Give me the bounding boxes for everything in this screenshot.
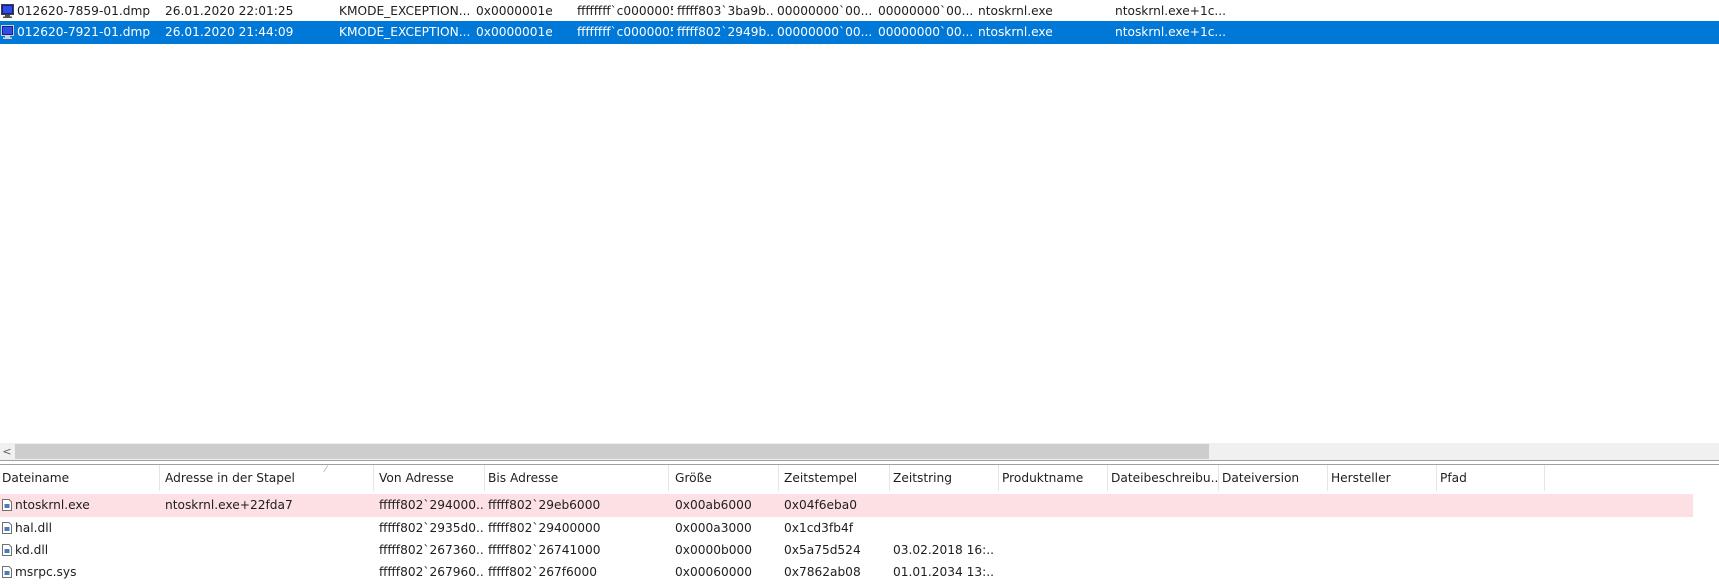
caused-by-driver: ntoskrnl.exe	[978, 25, 1053, 39]
caused-by-driver: ntoskrnl.exe	[978, 4, 1053, 18]
module-row[interactable]: kd.dll fffff802`267360... fffff802`26741…	[0, 539, 1693, 562]
file-icon	[2, 544, 12, 556]
column-header-product-name[interactable]: Produktname	[1000, 465, 1108, 491]
parameter-3: 00000000`00...	[777, 4, 873, 18]
bug-check-string: KMODE_EXCEPTION...	[339, 25, 469, 39]
parameter-4: 00000000`00...	[878, 4, 974, 18]
dump-filename: 012620-7921-01.dmp	[17, 25, 151, 39]
file-icon	[2, 522, 12, 534]
module-to-address: fffff802`26741000	[488, 543, 601, 557]
scrollbar-thumb[interactable]	[15, 444, 1209, 459]
parameter-1: ffffffff`c0000005	[577, 4, 673, 18]
parameter-1: ffffffff`c0000005	[577, 25, 673, 39]
crash-time: 26.01.2020 21:44:09	[165, 25, 294, 39]
module-size: 0x0000b000	[675, 543, 752, 557]
column-header-from-address[interactable]: Von Adresse	[377, 465, 485, 491]
module-timestring: 03.02.2018 16:...	[893, 543, 993, 557]
module-from-address: fffff802`267960...	[379, 565, 484, 579]
dump-row[interactable]: 012620-7859-01.dmp 26.01.2020 22:01:25 K…	[0, 0, 1719, 23]
module-timestamp: 0x1cd3fb4f	[784, 521, 853, 535]
column-header-timestamp[interactable]: Zeitstempel	[782, 465, 890, 491]
module-row-highlighted[interactable]: ntoskrnl.exe ntoskrnl.exe+22fda7 fffff80…	[0, 494, 1693, 517]
module-size: 0x00060000	[675, 565, 752, 579]
module-row[interactable]: msrpc.sys fffff802`267960... fffff802`26…	[0, 561, 1693, 584]
column-header-filename[interactable]: Dateiname	[0, 465, 160, 491]
module-timestring: 01.01.2034 13:...	[893, 565, 993, 579]
caused-by-address: ntoskrnl.exe+1c...	[1115, 4, 1225, 18]
dump-list[interactable]: 012620-7859-01.dmp 26.01.2020 22:01:25 K…	[0, 0, 1719, 443]
module-name: hal.dll	[15, 521, 52, 535]
dump-filename: 012620-7859-01.dmp	[17, 4, 151, 18]
module-timestamp: 0x7862ab08	[784, 565, 861, 579]
module-to-address: fffff802`29400000	[488, 521, 601, 535]
parameter-2: fffff803`3ba9b...	[677, 4, 773, 18]
parameter-3: 00000000`00...	[777, 25, 873, 39]
module-row[interactable]: hal.dll fffff802`2935d0... fffff802`2940…	[0, 517, 1693, 540]
module-timestring	[893, 494, 993, 517]
module-from-address: fffff802`267360...	[379, 543, 484, 557]
module-to-address: fffff802`267f6000	[488, 565, 598, 579]
module-stack-address	[165, 517, 370, 540]
sort-indicator-icon: ⁄	[325, 465, 327, 475]
parameter-4: 00000000`00...	[878, 25, 974, 39]
column-header-path[interactable]: Pfad	[1438, 465, 1545, 491]
bug-check-code: 0x0000001e	[476, 4, 553, 18]
module-name: kd.dll	[15, 543, 49, 557]
parameter-2: fffff802`2949b...	[677, 25, 773, 39]
dump-row-selected[interactable]: 012620-7921-01.dmp 26.01.2020 21:44:09 K…	[0, 21, 1719, 44]
module-timestamp: 0x5a75d524	[784, 543, 861, 557]
module-stack-address	[165, 539, 370, 562]
module-name: msrpc.sys	[15, 565, 77, 579]
module-timestamp: 0x04f6eba0	[784, 498, 857, 512]
file-icon	[2, 499, 12, 511]
crash-dump-icon	[1, 4, 14, 18]
module-timestring	[893, 517, 993, 540]
horizontal-scrollbar[interactable]: <	[0, 443, 1719, 460]
module-size: 0x00ab6000	[675, 498, 752, 512]
file-icon	[2, 566, 12, 578]
crash-dump-icon	[1, 25, 14, 39]
column-header-file-description[interactable]: Dateibeschreibu...	[1109, 465, 1219, 491]
caused-by-address: ntoskrnl.exe+1c...	[1115, 25, 1225, 39]
column-header-manufacturer[interactable]: Hersteller	[1329, 465, 1437, 491]
column-header-timestring[interactable]: Zeitstring	[891, 465, 999, 491]
scroll-left-arrow-icon[interactable]: <	[0, 443, 14, 460]
bug-check-string: KMODE_EXCEPTION...	[339, 4, 469, 18]
module-stack-address: ntoskrnl.exe+22fda7	[165, 498, 293, 512]
module-from-address: fffff802`2935d0...	[379, 521, 484, 535]
module-to-address: fffff802`29eb6000	[488, 498, 601, 512]
column-header-to-address[interactable]: Bis Adresse	[486, 465, 669, 491]
module-size: 0x000a3000	[675, 521, 752, 535]
column-header-size[interactable]: Größe	[673, 465, 779, 491]
module-list-header: Dateiname Adresse in der Stapel ⁄ Von Ad…	[0, 465, 1719, 491]
column-header-file-version[interactable]: Dateiversion	[1220, 465, 1328, 491]
bug-check-code: 0x0000001e	[476, 25, 553, 39]
module-list[interactable]: Dateiname Adresse in der Stapel ⁄ Von Ad…	[0, 465, 1719, 579]
module-name: ntoskrnl.exe	[15, 498, 90, 512]
module-from-address: fffff802`294000...	[379, 498, 484, 512]
column-header-stack-address[interactable]: Adresse in der Stapel	[163, 465, 374, 491]
crash-time: 26.01.2020 22:01:25	[165, 4, 294, 18]
module-stack-address	[165, 561, 370, 584]
